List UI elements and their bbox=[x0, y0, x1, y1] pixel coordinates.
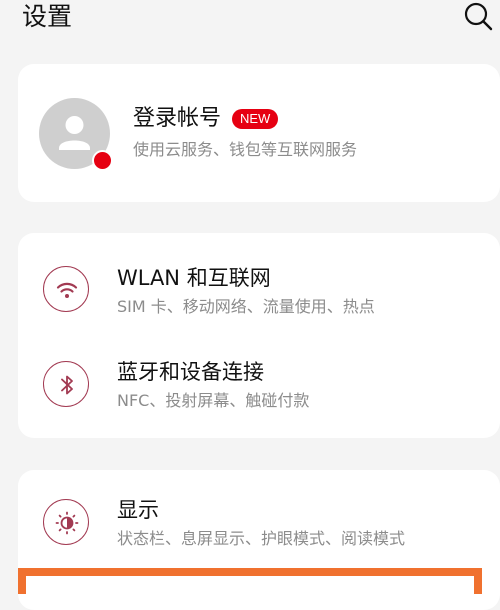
wifi-icon bbox=[43, 266, 89, 312]
new-badge: NEW bbox=[232, 109, 279, 129]
login-account-title: 登录帐号 bbox=[133, 106, 222, 131]
search-icon bbox=[464, 2, 493, 31]
bluetooth-icon bbox=[43, 361, 89, 407]
wlan-title: WLAN 和互联网 bbox=[117, 266, 271, 290]
notification-dot bbox=[92, 150, 113, 171]
highlighted-next-item[interactable] bbox=[18, 568, 482, 594]
page-title: 设置 bbox=[22, 2, 73, 31]
display-subtitle: 状态栏、息屏显示、护眼模式、阅读模式 bbox=[117, 529, 406, 548]
bluetooth-subtitle: NFC、投射屏幕、触碰付款 bbox=[117, 391, 310, 410]
avatar[interactable] bbox=[39, 98, 113, 171]
settings-item-bluetooth[interactable]: 蓝牙和设备连接 NFC、投射屏幕、触碰付款 bbox=[18, 337, 500, 433]
search-button[interactable] bbox=[462, 0, 494, 32]
settings-item-display[interactable]: 显示 状态栏、息屏显示、护眼模式、阅读模式 bbox=[18, 476, 500, 572]
bluetooth-title: 蓝牙和设备连接 bbox=[117, 360, 264, 384]
display-title: 显示 bbox=[117, 498, 159, 522]
account-card[interactable]: 登录帐号 NEW 使用云服务、钱包等互联网服务 bbox=[18, 64, 500, 202]
login-account-subtitle: 使用云服务、钱包等互联网服务 bbox=[133, 140, 358, 159]
brightness-icon bbox=[43, 499, 89, 545]
settings-header: 设置 bbox=[0, 0, 500, 60]
connectivity-card: WLAN 和互联网 SIM 卡、移动网络、流量使用、热点 蓝牙和设备连接 NFC… bbox=[18, 233, 500, 438]
wlan-subtitle: SIM 卡、移动网络、流量使用、热点 bbox=[117, 297, 375, 316]
settings-item-wlan[interactable]: WLAN 和互联网 SIM 卡、移动网络、流量使用、热点 bbox=[18, 239, 500, 335]
